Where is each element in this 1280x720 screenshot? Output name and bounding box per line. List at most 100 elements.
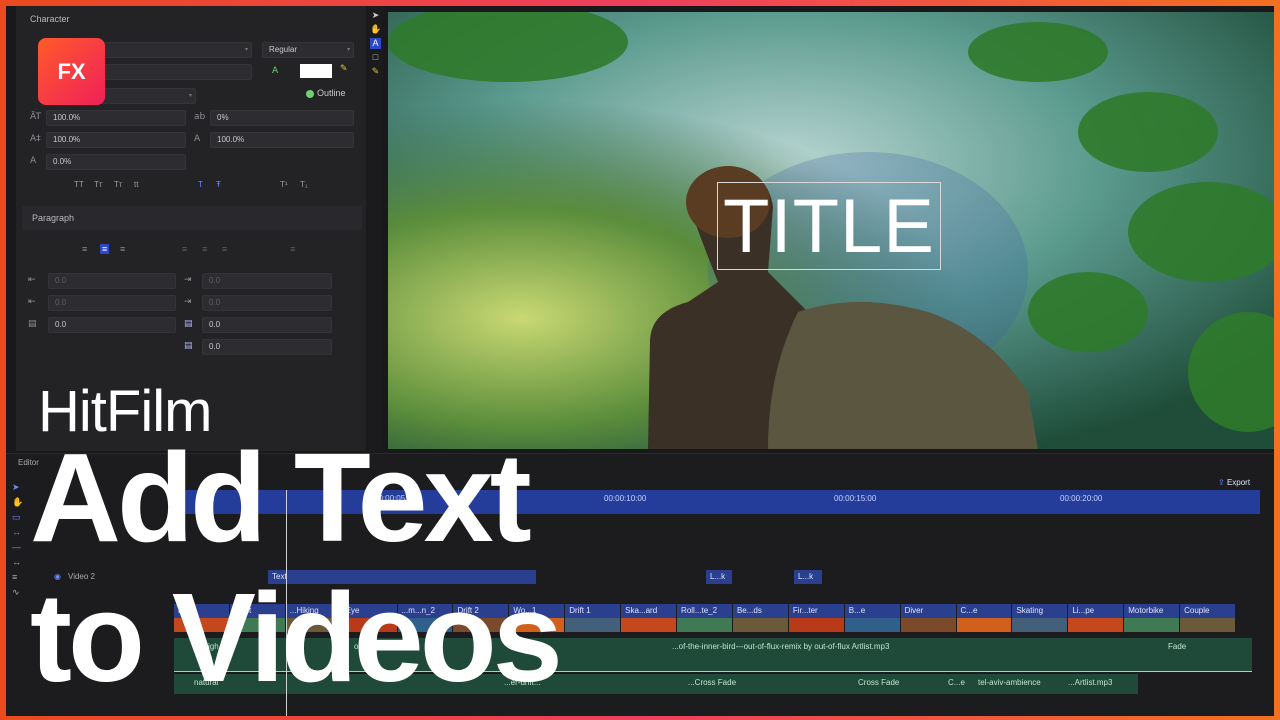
space-after-icon: ▤ [28,319,37,329]
video-clip[interactable]: Motorbike [1124,604,1180,618]
paragraph-spacing-field[interactable]: 0.0 [202,339,332,355]
mask-tool-icon[interactable]: □ [370,52,381,63]
ruler-tick: 00:00:15:00 [834,494,877,503]
video-clip[interactable]: C...e [956,604,1012,618]
underline-button[interactable]: T [198,180,203,189]
roll-tool-icon[interactable]: ↔ [12,555,22,570]
horizontal-scale-value: 100.0% [53,135,81,144]
clip-thumbnail [1068,618,1124,632]
clip-thumbnail [1012,618,1068,632]
ruler-tick: 00:00:20:00 [1060,494,1103,503]
video-clip[interactable]: Li...pe [1068,604,1124,618]
align-left-icon[interactable]: ≡ [82,244,87,254]
clip-top[interactable]: L...k [794,570,822,584]
caps-button[interactable]: Tт [114,180,123,189]
first-line-indent-value: 0.0 [55,298,67,307]
strikethrough-button[interactable]: Ŧ [216,180,221,189]
select-tool-icon[interactable]: ➤ [12,480,22,495]
video-clip[interactable]: Diver [900,604,956,618]
line-spacing-value: 0.0 [209,320,221,329]
clip-top[interactable]: L...k [706,570,732,584]
app-window: Character ▾ Regular ▾ A ✎ ▾ Outline ĀT 10… [6,6,1274,716]
indent-right-value: 0.0 [209,276,221,285]
all-caps-button[interactable]: TT [74,180,84,189]
space-before-field[interactable]: 0.0 [202,295,332,311]
justify-center-icon[interactable]: ≡ [202,244,207,254]
clip-thumbnail [900,618,956,632]
audio-clip[interactable]: ...of-the-inner-bird---out-of-flux-remix… [668,640,1008,654]
align-right-icon[interactable]: ≡ [120,244,125,254]
horizontal-scale-field[interactable]: 100.0% [46,132,186,148]
vertical-scale-icon: ĀT [30,112,41,122]
indent-left-icon: ⇤ [28,275,36,285]
audio-clip[interactable]: Cross Fade [854,676,899,690]
audio-clip[interactable]: tel-aviv-ambience [974,676,1041,690]
eyedropper-icon[interactable]: ✎ [340,64,348,74]
vertical-scale-field[interactable]: 100.0% [46,110,186,126]
tracking-field[interactable]: 0% [210,110,354,126]
kerning-field[interactable]: 100.0% [210,132,354,148]
font-weight-value: Regular [269,45,298,54]
rate-tool-icon[interactable]: ∿ [12,585,22,600]
first-line-indent-icon: ⇤ [28,297,36,307]
text-tool-icon[interactable]: A [370,38,381,49]
hitfilm-fx-logo: FX [38,38,105,105]
audio-clip[interactable]: ...Artlist.mp3 [1064,676,1112,690]
plus-circle-icon[interactable] [306,90,314,98]
justify-right-icon[interactable]: ≡ [222,244,227,254]
video-clip[interactable]: Ska...ard [621,604,677,618]
editor-tools: ➤ ✋ ▭ ↔ — ↔ ≡ ∿ [12,480,23,600]
video-clip[interactable]: Skating [1012,604,1068,618]
align-center-icon[interactable]: ≡ [100,244,110,254]
title-text-layer[interactable]: TITLE [717,182,941,270]
export-button[interactable]: ⇪ Export [1218,478,1250,487]
pen-tool-icon[interactable]: ✎ [370,66,381,77]
baseline-field[interactable]: 0.0% [46,154,186,170]
ripple-tool-icon[interactable]: — [12,540,22,555]
line-spacing-field[interactable]: 0.0 [202,317,332,333]
first-line-indent-field[interactable]: 0.0 [48,295,176,311]
small-caps-button[interactable]: Tт [94,180,103,189]
justify-all-icon[interactable]: ≡ [290,244,295,254]
fade-label[interactable]: Fade [1164,640,1186,654]
video-clip[interactable]: B...e [844,604,900,618]
hand-tool-icon[interactable]: ✋ [12,495,23,510]
audio-clip[interactable]: C...e [944,676,965,690]
lowercase-button[interactable]: tt [134,180,138,189]
video-clip[interactable]: Drift 1 [565,604,621,618]
subscript-button[interactable]: T₁ [300,180,308,189]
overlay-headline-line1: Add Text [30,427,532,568]
clip-thumbnail [621,618,677,632]
chevron-down-icon: ▾ [346,47,350,53]
video-clip[interactable]: Fir...ter [788,604,844,618]
text-color-icon: A [272,66,279,76]
video-clip[interactable]: Couple [1180,604,1235,618]
clip-thumbnail [565,618,621,632]
horizontal-scale-icon: A‡ [30,134,41,144]
indent-left-field[interactable]: 0.0 [48,273,176,289]
video-viewer[interactable]: TITLE [388,12,1274,449]
space-before-icon: ⇥ [184,297,192,307]
hand-tool-icon[interactable]: ✋ [370,24,381,35]
select-tool-icon[interactable]: ➤ [370,10,381,21]
clip-thumbnail [732,618,788,632]
superscript-button[interactable]: T¹ [280,180,288,189]
thumbnail-frame: Character ▾ Regular ▾ A ✎ ▾ Outline ĀT 10… [0,0,1280,720]
video-clip[interactable]: Roll...te_2 [677,604,732,618]
audio-clip[interactable]: ...Cross Fade [684,676,736,690]
space-after-field[interactable]: 0.0 [48,317,176,333]
vertical-scale-value: 100.0% [53,113,81,122]
paragraph-header: Paragraph [22,206,362,230]
justify-left-icon[interactable]: ≡ [182,244,187,254]
slip-tool-icon[interactable]: ↔ [12,525,22,540]
track-tool-icon[interactable]: ≡ [12,570,22,585]
outline-button[interactable]: Outline [317,88,346,98]
overlay-headline: Add Text to Videos [30,427,563,708]
slice-tool-icon[interactable]: ▭ [12,510,22,525]
video-clip[interactable]: Be...ds [732,604,788,618]
clip-thumbnail [844,618,900,632]
color-swatch[interactable] [300,64,332,78]
paragraph-spacing-icon: ▤ [184,341,193,351]
font-weight-select[interactable]: Regular ▾ [262,42,354,58]
indent-right-field[interactable]: 0.0 [202,273,332,289]
